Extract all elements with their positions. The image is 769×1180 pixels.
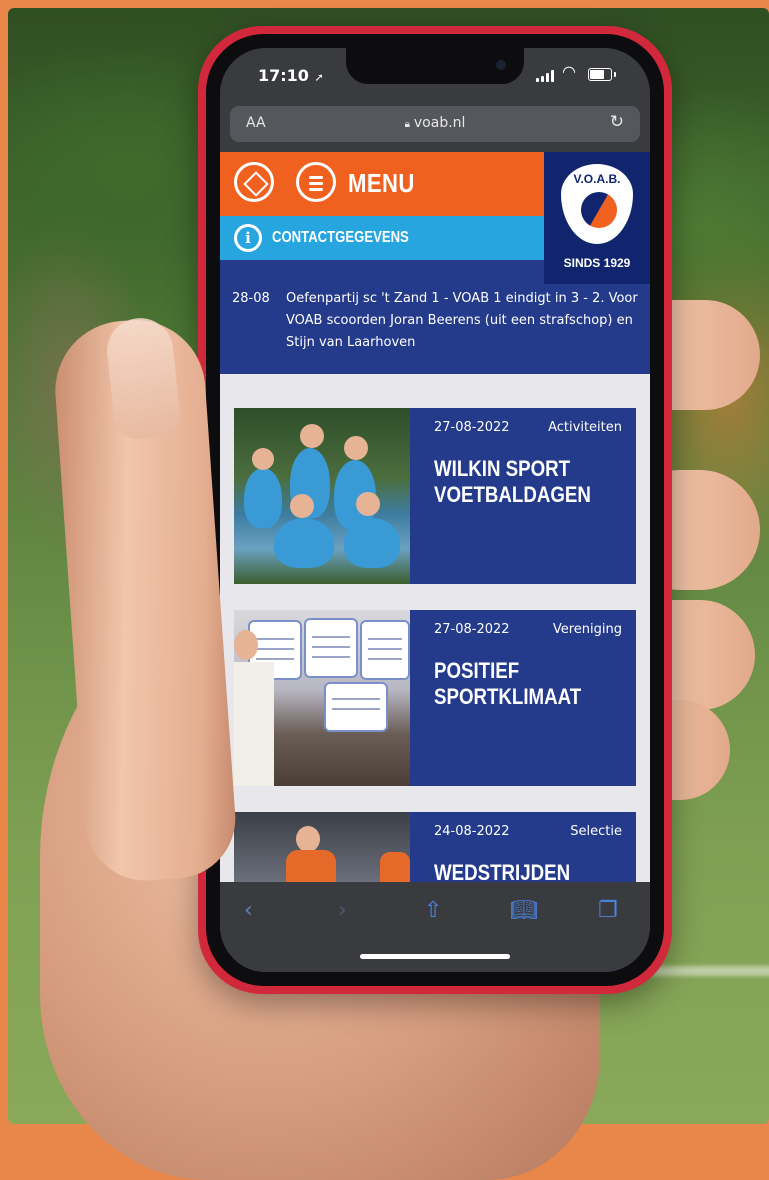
news-date: 24-08-2022 [434, 824, 510, 839]
back-icon[interactable]: ‹ [244, 898, 253, 923]
crest-ball-icon [581, 192, 617, 228]
wifi-icon: ◠ [562, 62, 576, 81]
news-date: 27-08-2022 [434, 420, 510, 435]
news-date: 27-08-2022 [434, 622, 510, 637]
browser-chrome: AA 🔒︎ voab.nl ↻ [220, 104, 650, 152]
ticker-text: Oefenpartij sc 't Zand 1 - VOAB 1 eindig… [286, 291, 638, 350]
battery-icon [588, 68, 616, 81]
news-list: 27-08-2022 Activiteiten WILKIN SPORT VOE… [220, 374, 650, 972]
browser-toolbar: ‹ › ⇧ 📖︎ ❐ [220, 882, 650, 972]
status-time: 17:10 ➚ [258, 66, 324, 85]
crest-text: V.O.A.B. [573, 172, 621, 186]
tabs-icon[interactable]: ❐ [598, 898, 618, 923]
field-line [648, 966, 769, 976]
news-card[interactable]: 27-08-2022 Activiteiten WILKIN SPORT VOE… [234, 408, 636, 584]
contact-bar[interactable]: i CONTACTGEGEVENS [220, 216, 544, 260]
football-icon[interactable] [234, 162, 274, 202]
forward-icon[interactable]: › [338, 898, 347, 923]
lock-icon: 🔒︎ [404, 119, 410, 130]
bookmarks-icon[interactable]: 📖︎ [510, 898, 538, 923]
news-image [234, 610, 410, 786]
news-category[interactable]: Activiteiten [548, 420, 622, 435]
reload-icon[interactable]: ↻ [610, 112, 624, 132]
url-display[interactable]: 🔒︎ voab.nl [230, 115, 640, 131]
news-category[interactable]: Vereniging [553, 622, 622, 637]
share-icon[interactable]: ⇧ [424, 898, 442, 923]
news-image [234, 408, 410, 584]
phone-screen: 17:10 ➚ ◠ AA 🔒︎ voab.nl ↻ MENU i CONTACT… [220, 48, 650, 972]
crest-icon: V.O.A.B. [561, 164, 633, 244]
home-indicator[interactable] [360, 954, 510, 959]
news-title[interactable]: WILKIN SPORT VOETBALDAGEN [434, 456, 596, 508]
news-title[interactable]: POSITIEF SPORTKLIMAAT [434, 658, 596, 710]
news-card[interactable]: 27-08-2022 Vereniging POSITIEF SPORTKLIM… [234, 610, 636, 786]
news-ticker[interactable]: 28-08 Oefenpartij sc 't Zand 1 - VOAB 1 … [220, 284, 650, 374]
club-logo[interactable]: V.O.A.B. SINDS 1929 [544, 152, 650, 284]
hamburger-icon[interactable] [296, 162, 336, 202]
news-category[interactable]: Selectie [570, 824, 622, 839]
info-icon: i [234, 224, 262, 252]
contact-link[interactable]: CONTACTGEGEVENS [272, 229, 409, 247]
menu-bar[interactable]: MENU [220, 152, 544, 216]
menu-button[interactable]: MENU [348, 168, 415, 199]
logo-since: SINDS 1929 [563, 256, 631, 270]
cellular-signal-icon [536, 70, 554, 82]
notch [346, 48, 524, 84]
ticker-date: 28-08 [232, 291, 270, 306]
location-icon: ➚ [314, 71, 324, 84]
front-camera [496, 60, 506, 70]
address-bar[interactable]: AA 🔒︎ voab.nl ↻ [230, 106, 640, 142]
website-content: MENU i CONTACTGEGEVENS V.O.A.B. SINDS 19… [220, 152, 650, 972]
